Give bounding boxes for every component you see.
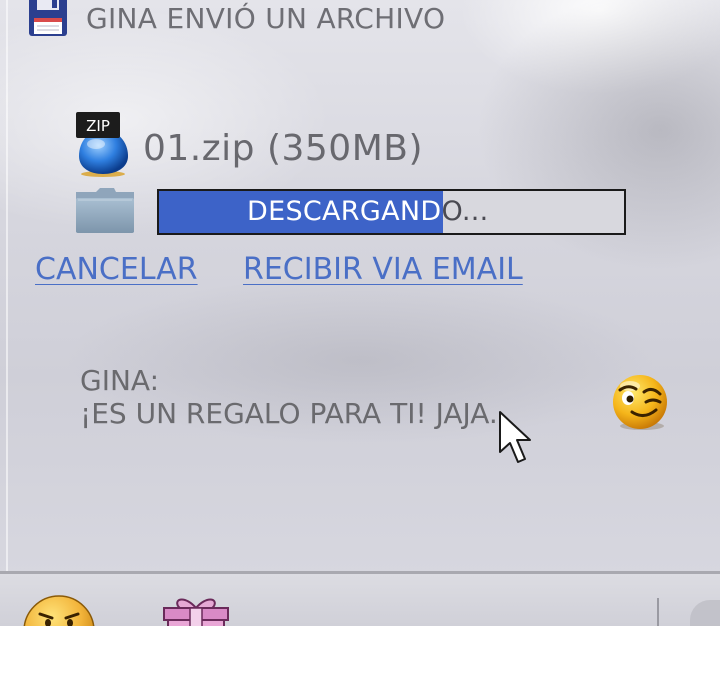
chat-message: GINA: ¡ES UN REGALO PARA TI! JAJA. <box>80 364 498 430</box>
gift-button[interactable] <box>160 596 232 626</box>
mouse-cursor-icon <box>499 411 531 463</box>
download-status-text-highlight: DESCARGANDO... <box>247 196 443 227</box>
window-title: GINA ENVIÓ UN ARCHIVO <box>86 2 446 35</box>
zip-file-icon: ZIP <box>76 112 128 177</box>
floppy-disk-icon <box>29 0 67 36</box>
file-name: 01.zip (350MB) <box>143 128 424 169</box>
title-bar: GINA ENVIÓ UN ARCHIVO <box>0 0 720 40</box>
zip-badge-text: ZIP <box>86 117 110 135</box>
cancel-link[interactable]: CANCELAR <box>35 252 198 287</box>
toolbar-separator <box>657 598 659 626</box>
toolbar <box>0 574 720 626</box>
window-left-border <box>6 0 8 572</box>
receive-via-email-link[interactable]: RECIBIR VIA EMAIL <box>243 252 523 287</box>
angry-emoticon-icon <box>23 595 95 626</box>
progress-text-overlay: DESCARGANDO... <box>159 191 443 233</box>
message-sender: GINA: <box>80 364 159 397</box>
download-progress-bar: DESCARGANDO... DESCARGANDO... <box>157 189 626 235</box>
file-transfer-window: GINA ENVIÓ UN ARCHIVO ZIP 01.zip (350MB) <box>0 0 720 626</box>
message-text: ¡ES UN REGALO PARA TI! JAJA. <box>80 397 498 430</box>
wink-emoticon-icon <box>613 375 667 430</box>
emoticon-button[interactable] <box>22 594 96 626</box>
folder-icon <box>76 188 134 233</box>
gift-icon <box>163 598 229 626</box>
